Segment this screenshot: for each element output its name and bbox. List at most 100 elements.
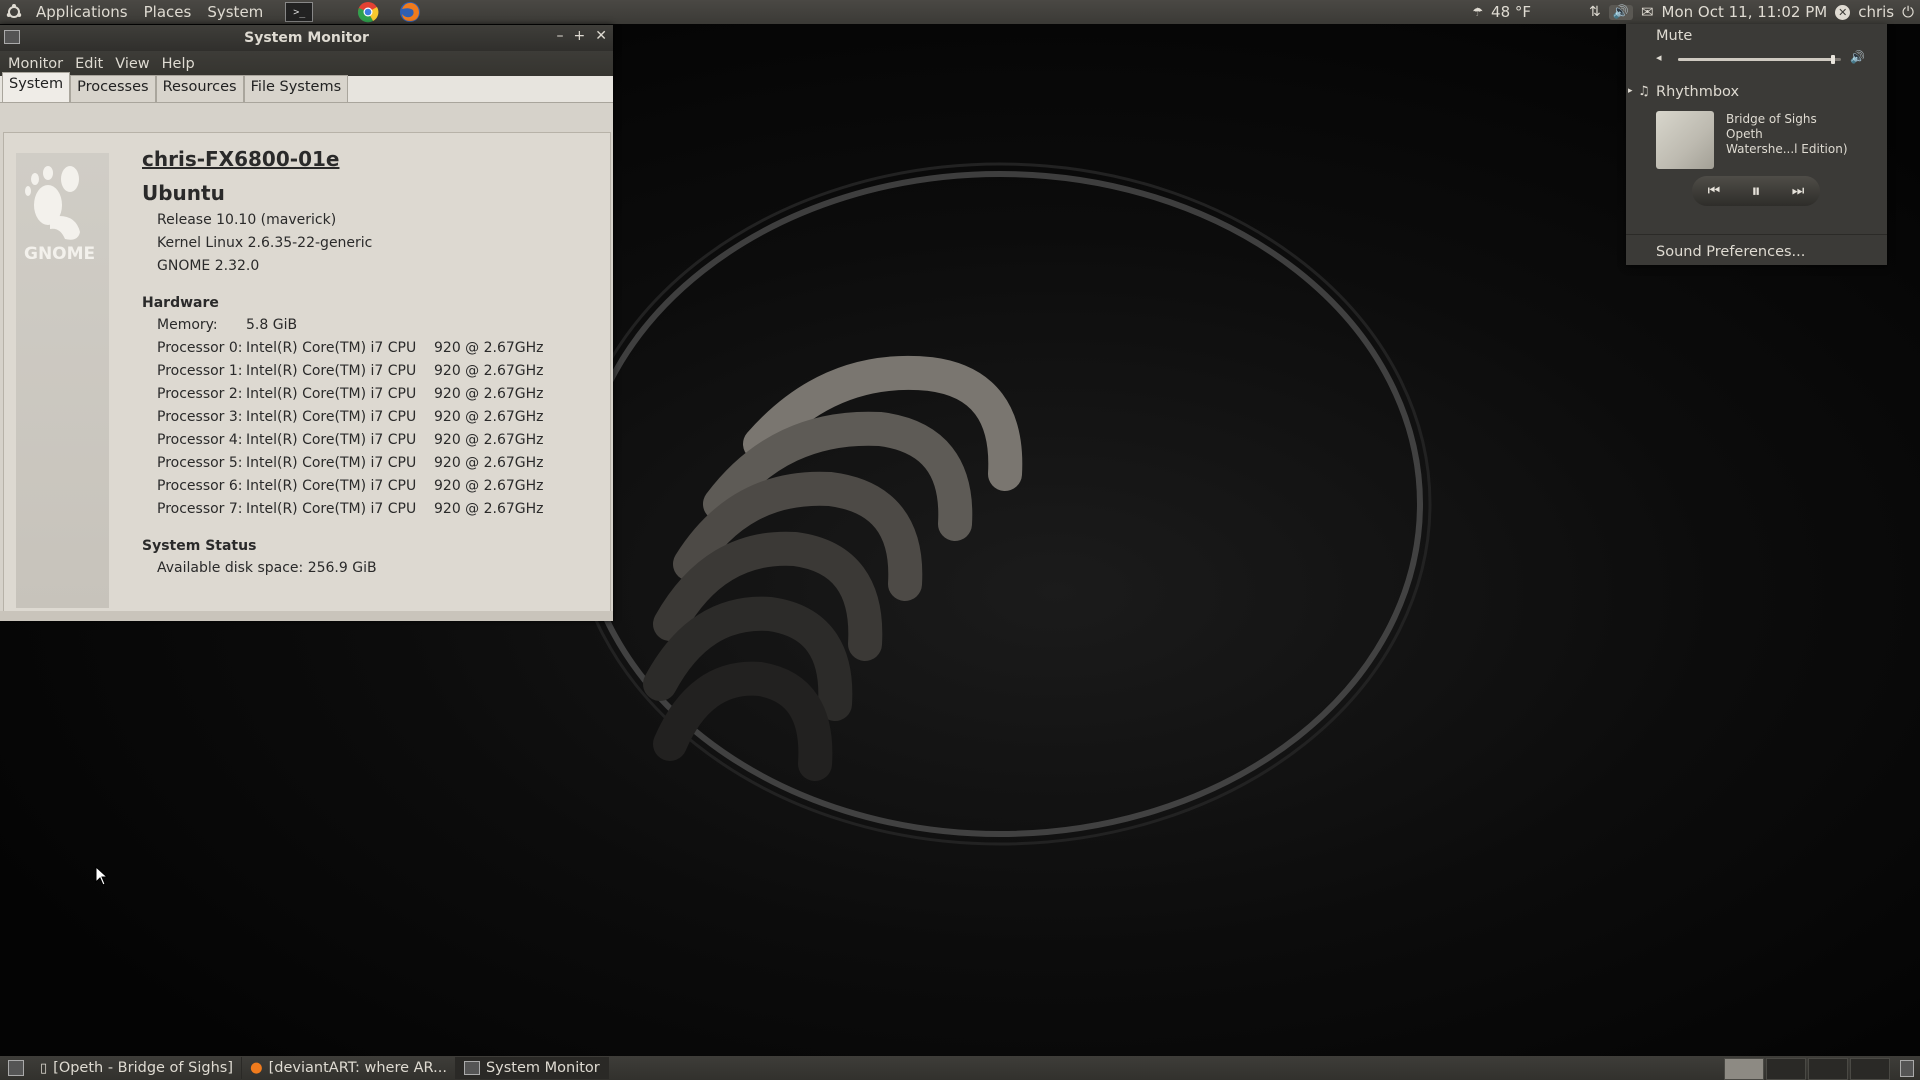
- chrome-launcher-icon[interactable]: [357, 1, 379, 23]
- volume-high-icon: 🔊: [1850, 50, 1865, 64]
- os-name: Ubuntu: [142, 181, 225, 205]
- workspace-3[interactable]: [1808, 1058, 1848, 1080]
- processor-cpu: Intel(R) Core(TM) i7 CPU: [246, 386, 417, 402]
- processor-row: Processor 7: Intel(R) Core(TM) i7 CPU 92…: [142, 498, 544, 521]
- tab-resources[interactable]: Resources: [155, 75, 244, 102]
- memory-value: 5.8 GiB: [246, 317, 298, 333]
- taskbar-item-system-monitor[interactable]: System Monitor: [455, 1057, 609, 1079]
- music-note-icon: ♫: [1638, 84, 1650, 99]
- processor-label: Processor 6:: [157, 478, 243, 494]
- system-menu[interactable]: System: [199, 0, 271, 24]
- volume-slider-row: ◂ 🔊: [1656, 50, 1876, 70]
- processor-cpu: Intel(R) Core(TM) i7 CPU: [246, 409, 417, 425]
- taskbar-item-label: [deviantART: where AR...: [268, 1060, 447, 1076]
- tab-bar: System Processes Resources File Systems: [0, 72, 613, 103]
- processor-label: Processor 0:: [157, 340, 243, 356]
- taskbar-item-label: [Opeth - Bridge of Sighs]: [53, 1060, 233, 1076]
- expander-arrow-icon: ▸: [1628, 86, 1633, 96]
- processor-cpu: Intel(R) Core(TM) i7 CPU: [246, 432, 417, 448]
- maximize-button[interactable]: +: [574, 28, 586, 44]
- gnome-logo: GNOME: [20, 157, 106, 267]
- hostname: chris-FX6800-01e: [142, 147, 340, 171]
- processor-speed: 920 @ 2.67GHz: [434, 501, 544, 517]
- tab-system[interactable]: System: [2, 72, 71, 102]
- processor-label: Processor 4:: [157, 432, 243, 448]
- processor-row: Processor 3: Intel(R) Core(TM) i7 CPU 92…: [142, 406, 544, 429]
- applications-menu[interactable]: Applications: [28, 0, 136, 24]
- terminal-launcher-icon[interactable]: >_: [285, 2, 314, 22]
- tab-processes[interactable]: Processes: [70, 75, 156, 102]
- tab-file-systems[interactable]: File Systems: [243, 75, 349, 102]
- rhythmbox-title: Rhythmbox: [1656, 84, 1740, 100]
- menu-edit[interactable]: Edit: [69, 56, 109, 72]
- processor-label: Processor 5:: [157, 455, 243, 471]
- menu-help[interactable]: Help: [156, 56, 201, 72]
- weather-icon[interactable]: ☂: [1472, 5, 1483, 19]
- gnome-sidebar-strip: GNOME: [16, 153, 109, 608]
- user-status-icon[interactable]: ✕: [1835, 4, 1851, 20]
- release-version: Release 10.10 (maverick): [157, 212, 337, 228]
- disk-space-row: Available disk space: 256.9 GiB: [142, 557, 544, 580]
- sound-preferences-menu-item[interactable]: Sound Preferences...: [1656, 244, 1805, 260]
- trash-icon[interactable]: [1900, 1060, 1914, 1077]
- minimize-button[interactable]: –: [557, 28, 564, 44]
- show-desktop-icon[interactable]: [8, 1060, 24, 1076]
- processor-speed: 920 @ 2.67GHz: [434, 432, 544, 448]
- mail-icon[interactable]: ✉: [1641, 3, 1654, 21]
- volume-slider-knob[interactable]: [1830, 55, 1835, 64]
- menubar: Monitor Edit View Help: [0, 51, 613, 76]
- taskbar-item-firefox[interactable]: ● [deviantART: where AR...: [242, 1057, 456, 1079]
- disk-space-value: 256.9 GiB: [307, 560, 377, 576]
- firefox-icon: ●: [249, 1060, 263, 1076]
- album-art: [1656, 111, 1714, 169]
- processor-speed: 920 @ 2.67GHz: [434, 340, 544, 356]
- track-album: Watershe...l Edition): [1726, 142, 1848, 156]
- next-track-icon[interactable]: ⏭: [1792, 183, 1805, 199]
- close-button[interactable]: ✕: [595, 28, 607, 44]
- processor-cpu: Intel(R) Core(TM) i7 CPU: [246, 478, 417, 494]
- processor-cpu: Intel(R) Core(TM) i7 CPU: [246, 501, 417, 517]
- workspace-1[interactable]: [1724, 1058, 1764, 1080]
- processor-speed: 920 @ 2.67GHz: [434, 386, 544, 402]
- taskbar-item-label: System Monitor: [485, 1060, 600, 1076]
- sound-menu: Mute ◂ 🔊 ▸ ♫ Rhythmbox Bridge of Sighs O…: [1626, 24, 1887, 265]
- mouse-cursor-icon: [95, 866, 109, 886]
- workspace-4[interactable]: [1850, 1058, 1890, 1080]
- pause-icon[interactable]: ⏸: [1751, 181, 1760, 202]
- window-titlebar[interactable]: System Monitor – + ✕: [0, 25, 613, 51]
- processor-speed: 920 @ 2.67GHz: [434, 409, 544, 425]
- network-icon[interactable]: ⇅: [1589, 4, 1601, 20]
- menu-view[interactable]: View: [109, 56, 155, 72]
- workspace-2[interactable]: [1766, 1058, 1806, 1080]
- power-icon[interactable]: ⏻: [1902, 3, 1914, 21]
- track-title: Bridge of Sighs: [1726, 112, 1817, 126]
- volume-low-icon: ◂: [1656, 51, 1662, 64]
- system-monitor-icon: [463, 1061, 480, 1075]
- previous-track-icon[interactable]: ⏮: [1708, 183, 1721, 199]
- volume-slider-fill: [1678, 58, 1833, 61]
- volume-icon[interactable]: 🔊: [1608, 4, 1633, 20]
- processor-speed: 920 @ 2.67GHz: [434, 363, 544, 379]
- taskbar-item-music[interactable]: ▯ [Opeth - Bridge of Sighs]: [32, 1057, 242, 1079]
- clock[interactable]: Mon Oct 11, 11:02 PM: [1662, 3, 1828, 21]
- processor-row: Processor 0: Intel(R) Core(TM) i7 CPU 92…: [142, 337, 544, 360]
- memory-row: Memory: 5.8 GiB: [142, 314, 544, 337]
- menu-separator: [1626, 234, 1887, 235]
- system-status-heading: System Status: [142, 538, 257, 554]
- window-bottom-edge: [0, 611, 613, 621]
- places-menu[interactable]: Places: [136, 0, 200, 24]
- processor-row: Processor 1: Intel(R) Core(TM) i7 CPU 92…: [142, 360, 544, 383]
- ubuntu-logo-icon[interactable]: [0, 4, 28, 20]
- music-player-icon: ▯: [40, 1060, 48, 1076]
- processor-cpu: Intel(R) Core(TM) i7 CPU: [246, 363, 417, 379]
- processor-row: Processor 6: Intel(R) Core(TM) i7 CPU 92…: [142, 475, 544, 498]
- memory-label: Memory:: [157, 317, 218, 333]
- mute-menu-item[interactable]: Mute: [1656, 28, 1692, 44]
- processor-label: Processor 2:: [157, 386, 243, 402]
- menu-monitor[interactable]: Monitor: [2, 56, 69, 72]
- weather-temperature[interactable]: 48 °F: [1491, 3, 1531, 21]
- volume-slider[interactable]: [1678, 55, 1841, 64]
- firefox-launcher-icon[interactable]: [399, 1, 421, 23]
- window-title: System Monitor: [244, 30, 369, 46]
- user-name[interactable]: chris: [1858, 3, 1894, 21]
